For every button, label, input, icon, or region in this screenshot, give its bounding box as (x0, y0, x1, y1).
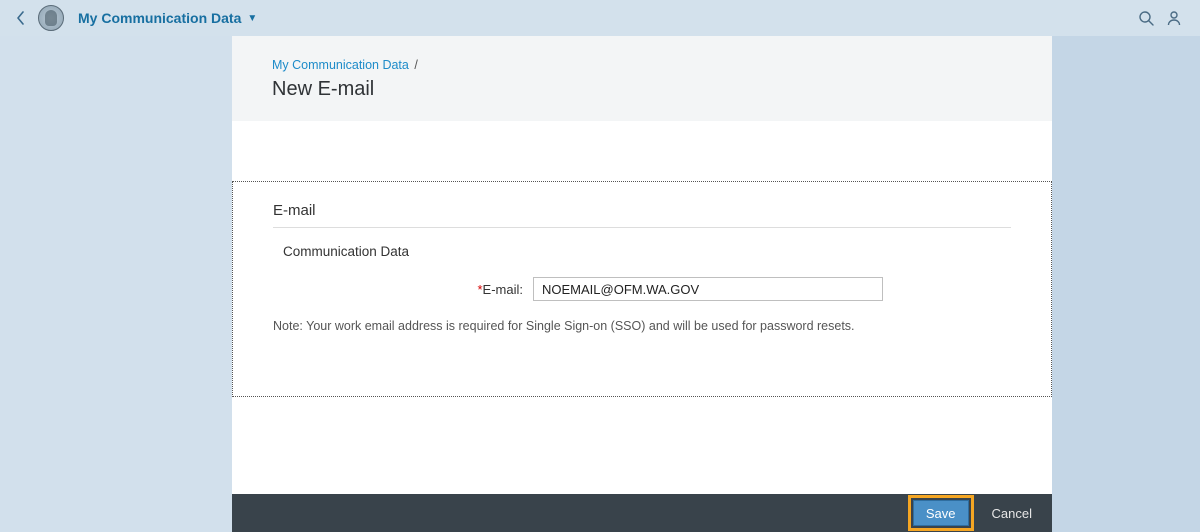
save-button[interactable]: Save (913, 500, 969, 526)
page-title: New E-mail (272, 78, 1012, 101)
save-highlight-box: Save (908, 495, 974, 531)
chevron-left-icon (16, 11, 26, 25)
cancel-button[interactable]: Cancel (980, 500, 1044, 526)
breadcrumb-separator: / (414, 58, 417, 72)
panel-header: My Communication Data / New E-mail (232, 36, 1052, 121)
footer-bar: Save Cancel (232, 494, 1052, 532)
email-field-row: *E-mail: (273, 277, 1011, 301)
section-title: E-mail (273, 202, 1011, 228)
subsection-title: Communication Data (283, 244, 1011, 259)
state-seal-logo (38, 5, 64, 31)
email-label: *E-mail: (273, 282, 533, 297)
app-title-text: My Communication Data (78, 10, 241, 26)
email-input[interactable] (533, 277, 883, 301)
search-button[interactable] (1132, 4, 1160, 32)
panel-body: E-mail Communication Data *E-mail: Note:… (232, 121, 1052, 532)
main-panel: My Communication Data / New E-mail E-mai… (232, 36, 1052, 532)
user-button[interactable] (1160, 4, 1188, 32)
back-button[interactable] (12, 9, 30, 27)
top-bar: My Communication Data ▼ (0, 0, 1200, 36)
search-icon (1138, 10, 1154, 26)
form-note: Note: Your work email address is require… (273, 319, 1011, 333)
email-form-section: E-mail Communication Data *E-mail: Note:… (232, 181, 1052, 397)
app-title-dropdown[interactable]: My Communication Data ▼ (78, 10, 257, 26)
user-icon (1166, 10, 1182, 26)
breadcrumb-parent-link[interactable]: My Communication Data (272, 58, 409, 72)
caret-down-icon: ▼ (247, 13, 257, 24)
email-label-text: E-mail: (483, 282, 523, 297)
breadcrumb: My Communication Data / (272, 58, 1012, 72)
